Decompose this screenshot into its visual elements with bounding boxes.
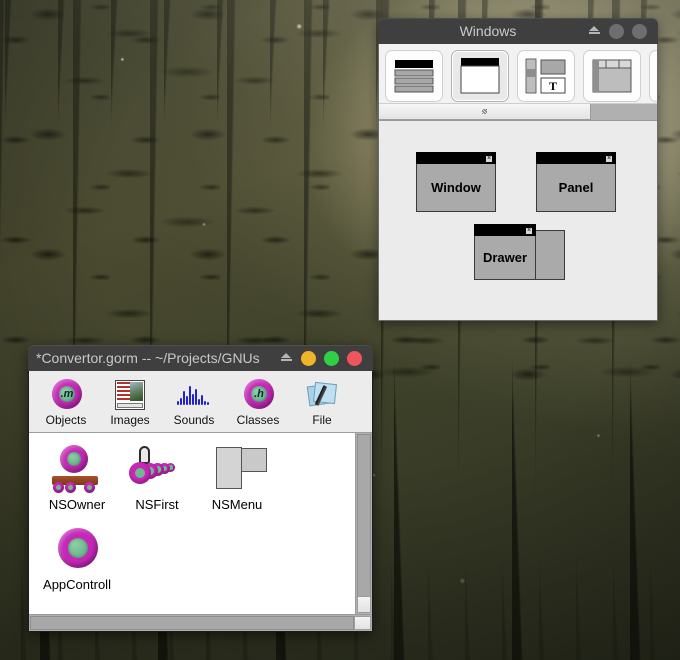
images-icon bbox=[113, 378, 147, 412]
close-button[interactable] bbox=[632, 24, 647, 39]
appcontroller-icon bbox=[46, 525, 108, 573]
scrollbar-grip-icon bbox=[482, 109, 487, 114]
object-item-appcontroller[interactable]: AppControll bbox=[37, 525, 117, 605]
drawer-side-panel-icon bbox=[531, 230, 565, 280]
horizontal-scrollbar-track[interactable] bbox=[30, 616, 354, 630]
object-item-appcontroller-label: AppControll bbox=[43, 577, 111, 592]
toolbar-item-images-label: Images bbox=[110, 413, 149, 427]
gorm-objects-grid[interactable]: NSOwner NSFirst bbox=[29, 433, 355, 614]
toolbar-item-objects-label: Objects bbox=[46, 413, 87, 427]
mini-window-titlebar: × bbox=[416, 152, 496, 164]
palette-item-drawer-label: Drawer bbox=[474, 236, 536, 280]
miniaturize-button[interactable] bbox=[301, 351, 316, 366]
svg-text:T: T bbox=[549, 79, 557, 93]
object-item-nsmenu[interactable]: NSMenu bbox=[197, 445, 277, 525]
windows-palette-window[interactable]: Windows bbox=[378, 18, 658, 321]
palette-button-data[interactable] bbox=[649, 50, 657, 102]
mini-close-icon: × bbox=[605, 155, 613, 163]
sounds-icon bbox=[177, 378, 211, 412]
horizontal-scrollbar-thumb[interactable] bbox=[354, 616, 371, 630]
palette-object-canvas[interactable]: × Window × Panel × Drawer bbox=[379, 121, 657, 320]
windows-palette-window-buttons bbox=[588, 24, 658, 39]
vertical-scrollbar-track[interactable] bbox=[357, 434, 371, 596]
mini-close-icon: × bbox=[525, 227, 533, 235]
mini-panel-titlebar: × bbox=[536, 152, 616, 164]
gorm-window-body: .m Objects Images bbox=[28, 371, 373, 632]
containers-palette-icon bbox=[590, 57, 634, 95]
windows-palette-body: T bbox=[378, 44, 658, 321]
toolbar-item-classes[interactable]: .h Classes bbox=[227, 375, 289, 427]
file-icon bbox=[305, 378, 339, 412]
object-item-nsfirst-label: NSFirst bbox=[135, 497, 178, 512]
palette-selector-toolbar[interactable]: T bbox=[379, 44, 657, 104]
nsowner-icon bbox=[46, 445, 108, 493]
toolbar-item-sounds[interactable]: Sounds bbox=[163, 375, 225, 427]
miniaturize-button[interactable] bbox=[609, 24, 624, 39]
palette-item-window-label: Window bbox=[416, 164, 496, 212]
gorm-objects-pane[interactable]: NSOwner NSFirst bbox=[29, 433, 372, 614]
objects-icon-badge: .m bbox=[52, 379, 82, 409]
palette-item-panel[interactable]: × Panel bbox=[536, 152, 616, 212]
palette-item-window[interactable]: × Window bbox=[416, 152, 496, 212]
eject-icon[interactable] bbox=[280, 353, 293, 364]
windows-palette-title: Windows bbox=[378, 23, 588, 39]
object-item-nsfirst[interactable]: NSFirst bbox=[117, 445, 197, 525]
controls-palette-icon: T bbox=[524, 57, 568, 95]
nsfirst-icon bbox=[126, 445, 188, 493]
toolbar-item-objects[interactable]: .m Objects bbox=[35, 375, 97, 427]
menu-palette-icon bbox=[393, 58, 435, 94]
palette-button-menu[interactable] bbox=[385, 50, 443, 102]
object-item-nsowner-label: NSOwner bbox=[49, 497, 105, 512]
toolbar-item-file[interactable]: File bbox=[291, 375, 353, 427]
toolbar-item-images[interactable]: Images bbox=[99, 375, 161, 427]
classes-icon-badge: .h bbox=[244, 379, 274, 409]
object-item-nsowner[interactable]: NSOwner bbox=[37, 445, 117, 525]
mini-close-icon: × bbox=[485, 155, 493, 163]
toolbar-item-sounds-label: Sounds bbox=[174, 413, 215, 427]
gorm-titlebar[interactable]: *Convertor.gorm -- ~/Projects/GNUs bbox=[28, 345, 373, 371]
gorm-window-title: *Convertor.gorm -- ~/Projects/GNUs bbox=[28, 350, 280, 366]
mini-drawer-titlebar: × bbox=[474, 224, 536, 236]
toolbar-item-classes-label: Classes bbox=[237, 413, 280, 427]
zoom-button[interactable] bbox=[324, 351, 339, 366]
objects-icon: .m bbox=[49, 378, 83, 412]
windows-palette-icon bbox=[459, 56, 501, 96]
gorm-vertical-scrollbar[interactable] bbox=[355, 433, 372, 614]
palette-horizontal-scrollbar[interactable] bbox=[379, 104, 657, 121]
gorm-document-window[interactable]: *Convertor.gorm -- ~/Projects/GNUs .m Ob… bbox=[28, 345, 373, 632]
palette-button-containers[interactable] bbox=[583, 50, 641, 102]
classes-icon: .h bbox=[241, 378, 275, 412]
palette-item-drawer[interactable]: × Drawer bbox=[474, 224, 536, 280]
palette-item-panel-label: Panel bbox=[536, 164, 616, 212]
palette-scrollbar-thumb[interactable] bbox=[379, 104, 591, 120]
nsmenu-icon bbox=[206, 445, 268, 493]
windows-palette-titlebar[interactable]: Windows bbox=[378, 18, 658, 44]
close-button[interactable] bbox=[347, 351, 362, 366]
palette-button-controls[interactable]: T bbox=[517, 50, 575, 102]
vertical-scrollbar-thumb[interactable] bbox=[357, 596, 371, 613]
gorm-window-buttons bbox=[280, 351, 373, 366]
gorm-toolbar[interactable]: .m Objects Images bbox=[29, 371, 372, 433]
eject-icon[interactable] bbox=[588, 26, 601, 37]
palette-button-windows[interactable] bbox=[451, 50, 509, 102]
object-item-nsmenu-label: NSMenu bbox=[212, 497, 263, 512]
gorm-horizontal-scrollbar[interactable] bbox=[29, 614, 372, 631]
toolbar-item-file-label: File bbox=[312, 413, 331, 427]
